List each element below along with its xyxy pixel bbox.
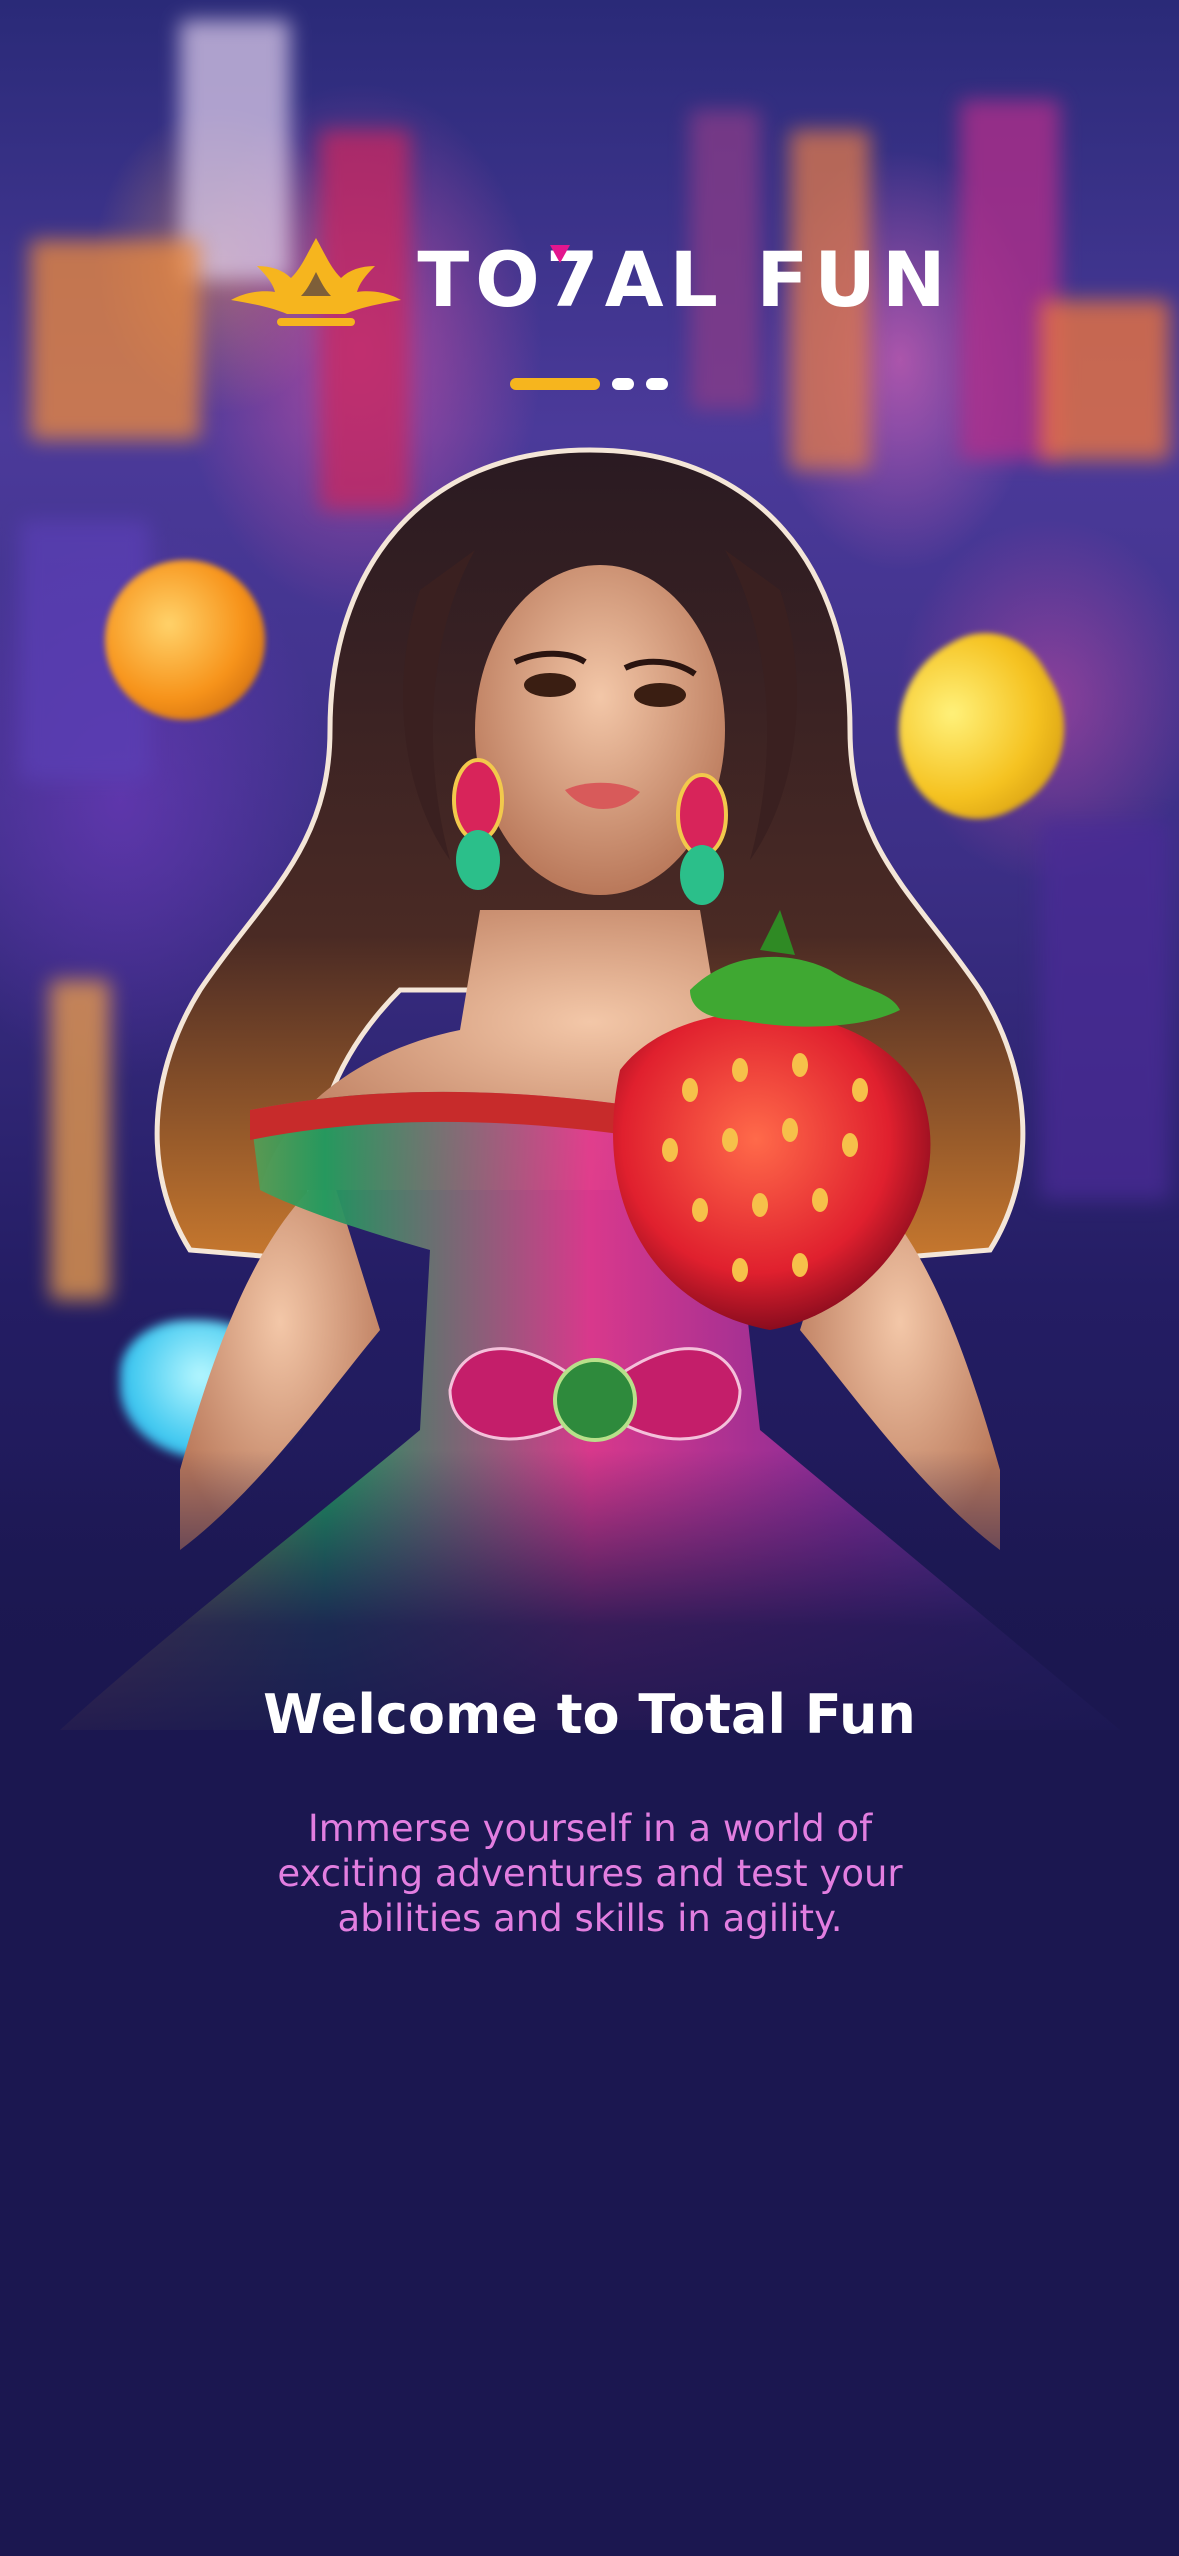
welcome-title: Welcome to Total Fun (263, 1683, 916, 1746)
welcome-subtitle: Immerse yourself in a world of exciting … (270, 1806, 910, 1941)
brand-wordmark-part3: AL FUN (604, 235, 952, 324)
onboarding-screen: TO7 AL FUN Welcome to Total Fun Immerse … (0, 0, 1179, 2556)
brand-wordmark-seven: 7 (545, 235, 605, 324)
page-dot[interactable] (646, 378, 668, 390)
brand-wordmark-part1: TO (417, 235, 546, 324)
crown-icon (231, 238, 402, 326)
brand-logo: TO7 AL FUN (0, 232, 1179, 328)
page-dot-active[interactable] (510, 378, 600, 390)
subtitle-line: exciting adventures and test your (277, 1852, 903, 1895)
page-dot[interactable] (612, 378, 634, 390)
subtitle-line: Immerse yourself in a world of (307, 1807, 873, 1850)
subtitle-line: abilities and skills in agility. (337, 1897, 843, 1940)
page-indicator (510, 378, 668, 390)
brand-accent-triangle (549, 245, 570, 263)
brand-wordmark: TO7 AL FUN (417, 242, 951, 318)
